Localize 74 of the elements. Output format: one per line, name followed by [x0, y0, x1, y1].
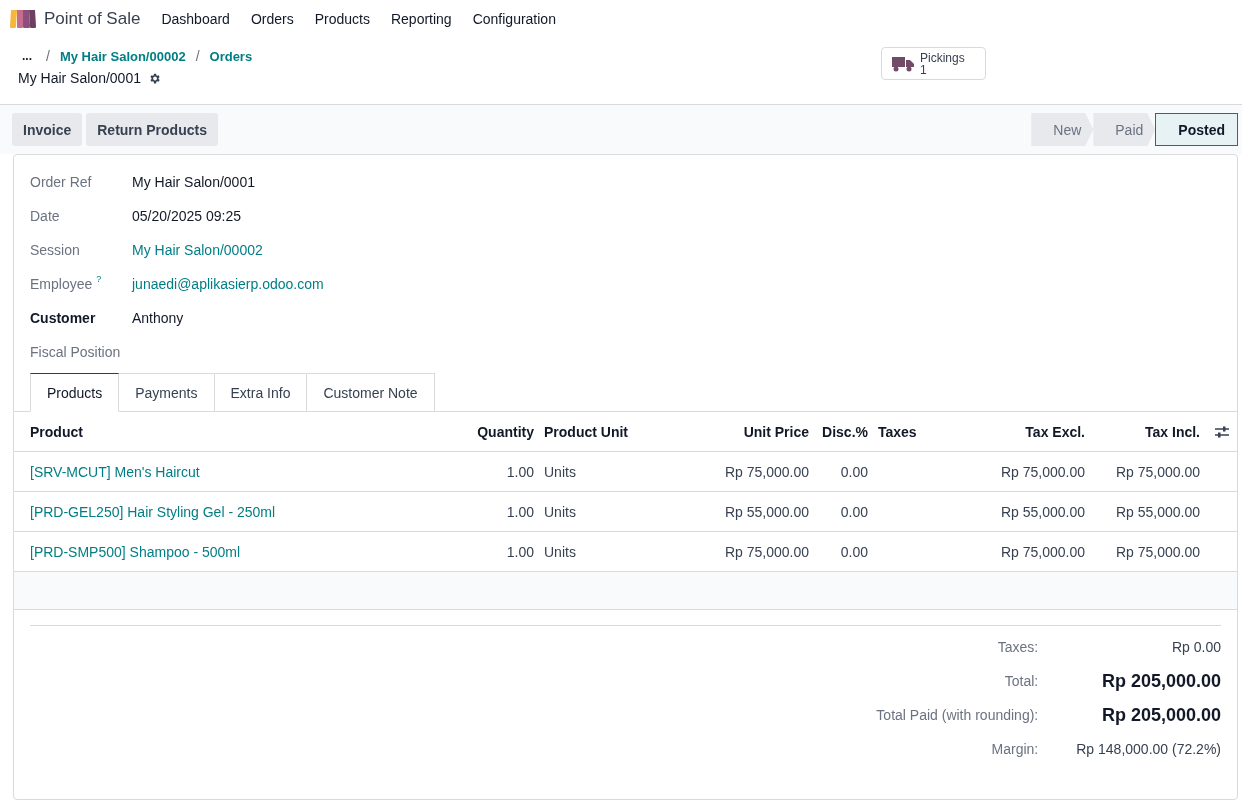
record-title: My Hair Salon/0001 — [18, 70, 141, 86]
column-header[interactable]: Product — [25, 423, 450, 440]
more-button[interactable]: ... — [18, 49, 36, 63]
table-cell-text: Units — [543, 543, 577, 560]
product-link[interactable]: [SRV-MCUT] Men's Haircut — [25, 463, 450, 480]
status-stage[interactable]: Posted — [1155, 113, 1238, 146]
breadcrumb-separator: / — [46, 48, 50, 64]
product-link[interactable]: [PRD-SMP500] Shampoo - 500ml — [25, 543, 450, 560]
table-cell-text: Units — [543, 503, 577, 520]
table-cell-text: Rp 55,000.00 — [999, 503, 1086, 520]
field-label: Fiscal Position — [30, 343, 121, 362]
field-label: Order Ref — [30, 173, 92, 192]
product-link[interactable]: [PRD-GEL250] Hair Styling Gel - 250ml — [25, 503, 450, 520]
column-header[interactable]: Quantity — [450, 423, 539, 440]
table-cell-text: Rp 75,000.00 — [723, 543, 810, 560]
breadcrumb-link[interactable]: My Hair Salon/00002 — [59, 48, 186, 64]
field-value: 05/20/2025 09:25 — [132, 207, 242, 226]
table-cell-text: Rp 75,000.00 — [1114, 463, 1201, 480]
table-cell-text: Rp 75,000.00 — [1114, 543, 1201, 560]
awning-logo-icon — [10, 10, 36, 28]
field-link[interactable]: junaedi@aplikasierp.odoo.com — [132, 267, 1221, 301]
summary-value: Rp 205,000.00 — [1100, 670, 1221, 693]
table-cell-text: Rp 75,000.00 — [999, 463, 1086, 480]
table-cell-text: Rp 55,000.00 — [723, 503, 810, 520]
menu-item[interactable]: Orders — [250, 11, 294, 27]
pickings-button[interactable]: Pickings 1 — [881, 47, 986, 80]
table-cell-text: Rp 75,000.00 — [723, 463, 810, 480]
menu-item[interactable]: Dashboard — [161, 11, 230, 27]
help-mark[interactable]: ? — [96, 267, 102, 291]
table-cell-text: 0.00 — [839, 543, 869, 560]
tab[interactable]: Payments — [119, 373, 215, 412]
summary-label: Margin: — [990, 740, 1039, 759]
column-header[interactable]: Tax Incl. — [1090, 423, 1205, 440]
table-cell-text: 0.00 — [839, 463, 869, 480]
table-cell-text: Rp 55,000.00 — [1114, 503, 1201, 520]
table-cell-text: 0.00 — [839, 503, 869, 520]
table-cell-text: 1.00 — [505, 543, 535, 560]
breadcrumb-link[interactable]: Orders — [209, 48, 253, 64]
summary-value: Rp 148,000.00 (72.2%) — [1076, 740, 1221, 759]
column-header[interactable]: Unit Price — [689, 423, 814, 440]
app-name[interactable]: Point of Sale — [44, 9, 141, 29]
action-button[interactable]: Invoice — [12, 113, 83, 146]
tab[interactable]: Products — [30, 373, 120, 412]
table-cell-text: 1.00 — [505, 463, 535, 480]
tab[interactable]: Extra Info — [214, 373, 308, 412]
status-stage[interactable]: New — [1031, 113, 1094, 146]
sliders-icon[interactable] — [1215, 425, 1229, 438]
status-stage[interactable]: Paid — [1093, 113, 1156, 146]
field-label: Employee — [30, 275, 93, 294]
field-link[interactable]: My Hair Salon/00002 — [132, 233, 1221, 267]
menu-item[interactable]: Configuration — [472, 11, 556, 27]
tab[interactable]: Customer Note — [307, 373, 435, 412]
table-cell-text: Rp 75,000.00 — [999, 543, 1086, 560]
field-label: Date — [30, 207, 60, 226]
table-cell-text: Units — [543, 463, 577, 480]
summary-value: Rp 0.00 — [1170, 638, 1221, 657]
field-label: Customer — [30, 309, 96, 328]
menu-item[interactable]: Products — [314, 11, 370, 27]
summary-label: Total Paid (with rounding): — [875, 706, 1039, 725]
column-header[interactable]: Tax Excl. — [973, 423, 1090, 440]
menu-item[interactable]: Reporting — [390, 11, 452, 27]
table-cell-text: 1.00 — [505, 503, 535, 520]
summary-value: Rp 205,000.00 — [1100, 704, 1221, 727]
truck-icon — [892, 55, 914, 72]
summary-label: Total: — [1003, 672, 1039, 691]
summary-label: Taxes: — [996, 638, 1039, 657]
action-button[interactable]: Return Products — [86, 113, 218, 146]
field-label: Session — [30, 241, 80, 260]
column-header[interactable]: Disc.% — [814, 423, 873, 440]
column-header[interactable]: Taxes — [873, 423, 973, 440]
field-value: Anthony — [132, 309, 185, 328]
column-header[interactable]: Product Unit — [539, 423, 689, 440]
breadcrumb-separator: / — [195, 48, 200, 64]
field-value: My Hair Salon/0001 — [132, 173, 256, 192]
